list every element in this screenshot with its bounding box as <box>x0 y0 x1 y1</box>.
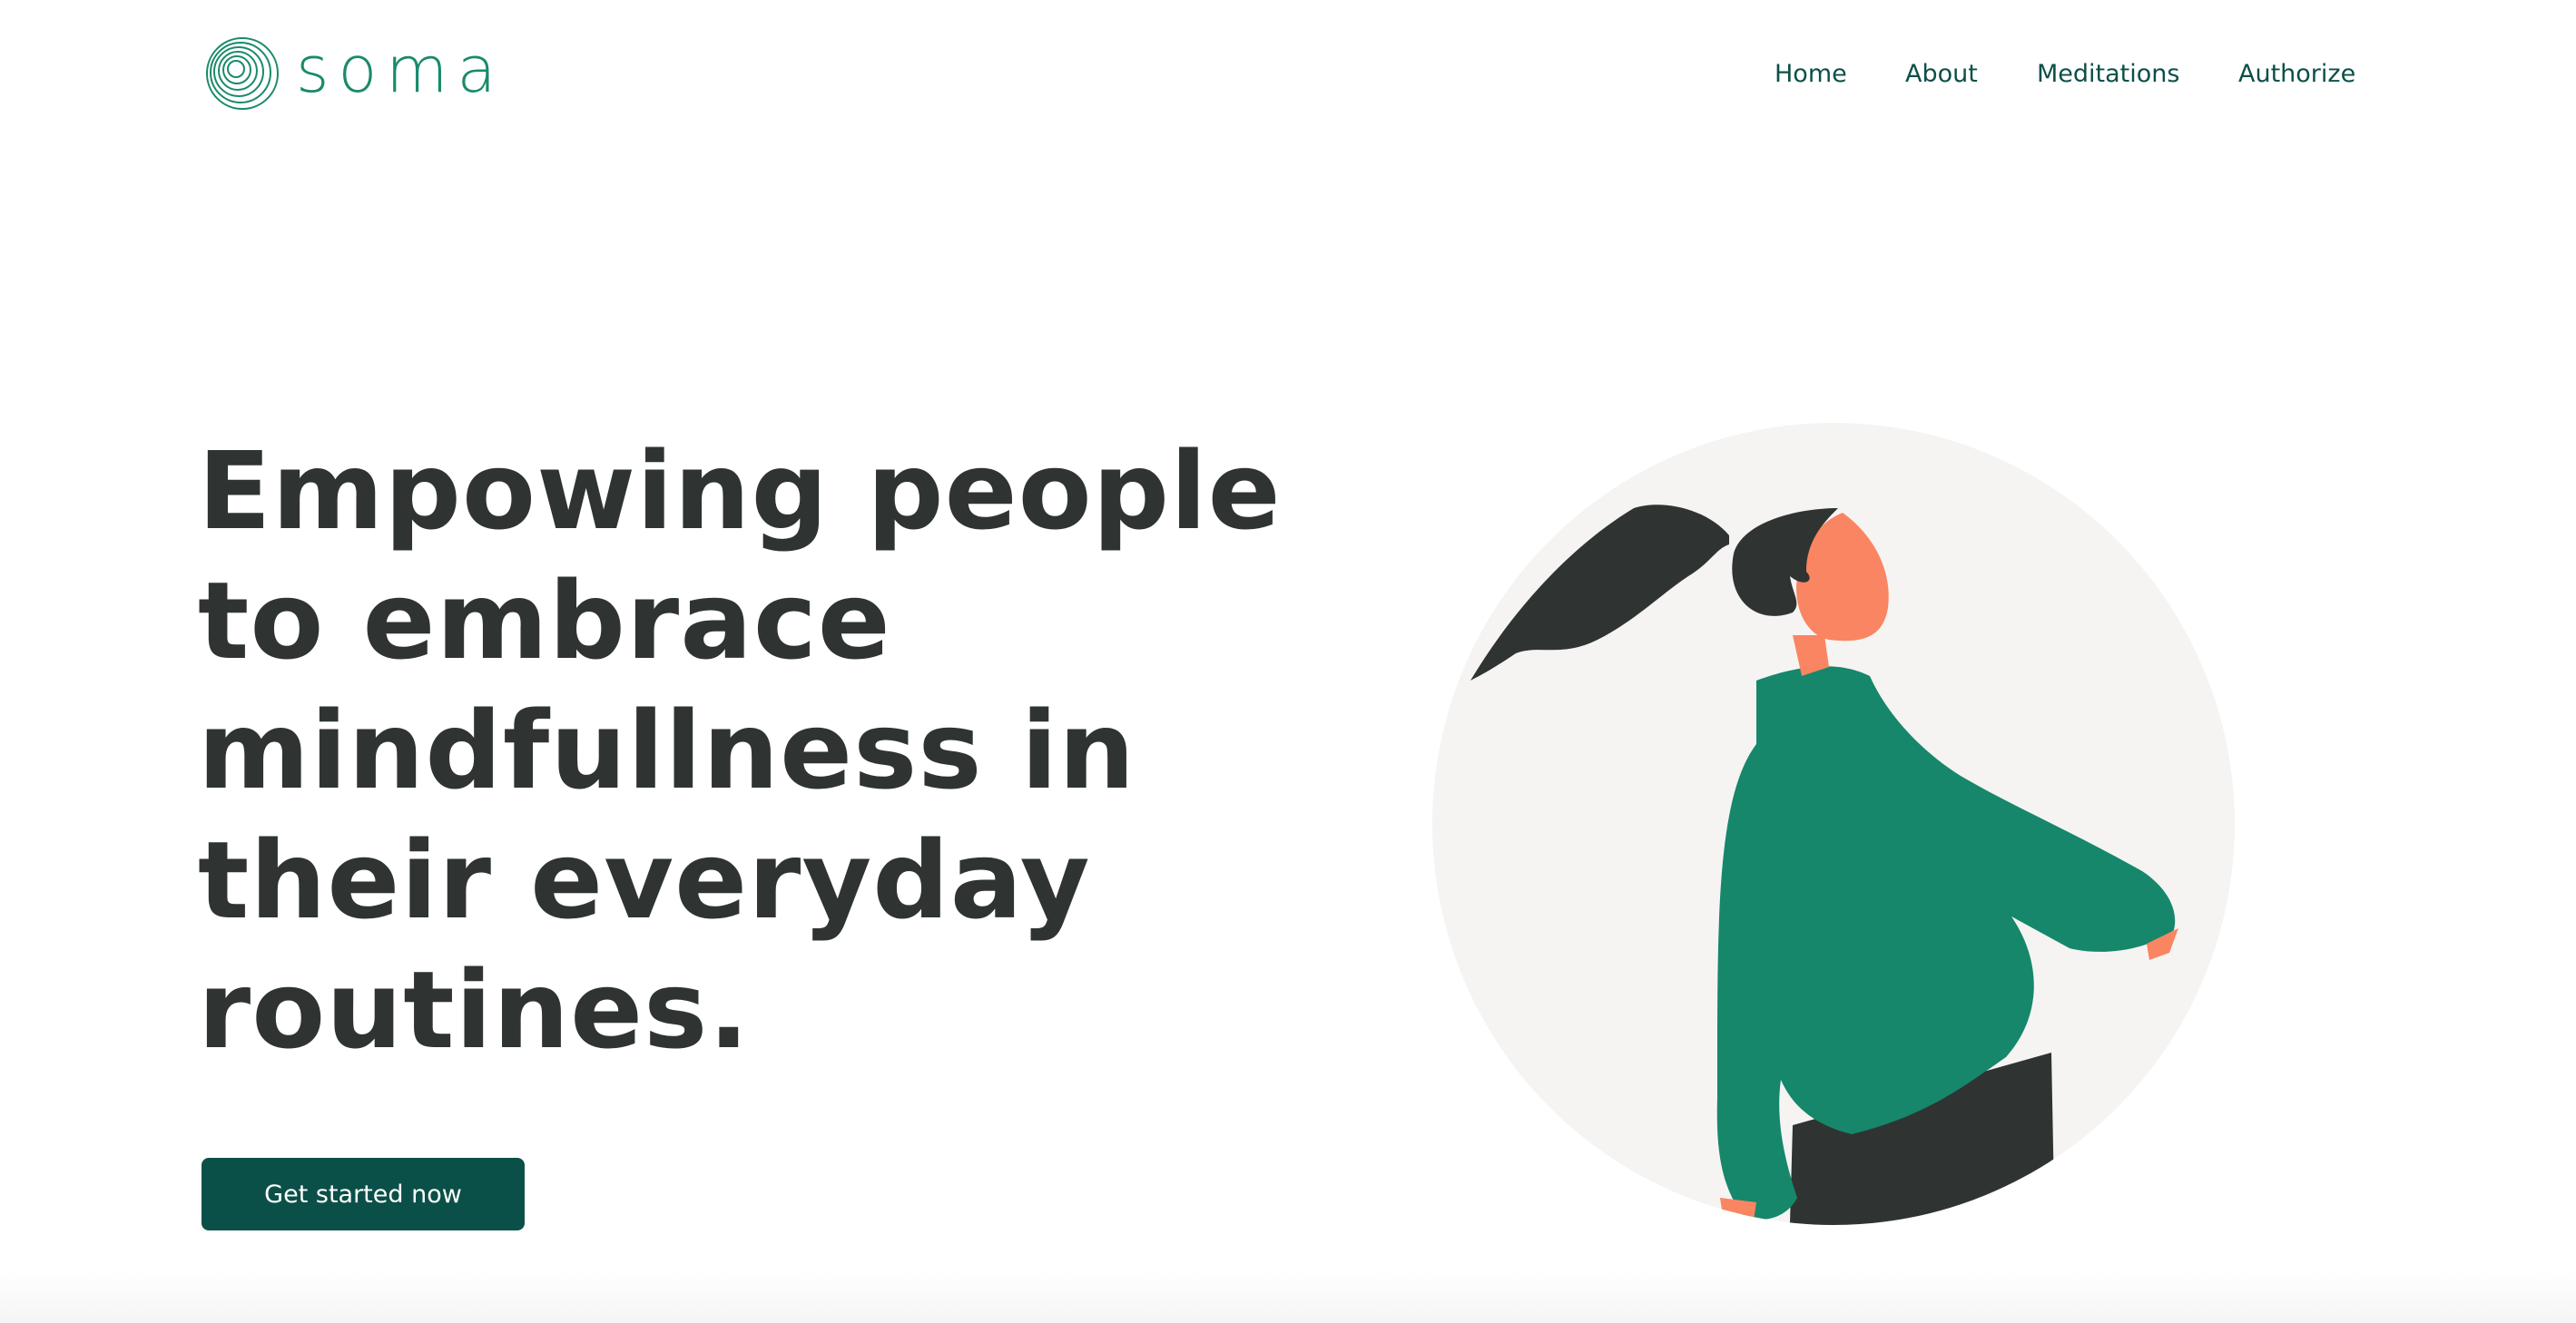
site-header: soma Home About Meditations Authorize <box>0 0 2576 154</box>
nav-authorize[interactable]: Authorize <box>2238 60 2355 88</box>
main-nav: Home About Meditations Authorize <box>0 60 2576 96</box>
bottom-shadow <box>0 1269 2576 1323</box>
get-started-button[interactable]: Get started now <box>202 1158 525 1230</box>
hero-title: Empowing people to embrace mindfullness … <box>198 428 1282 1073</box>
nav-about[interactable]: About <box>1905 60 1978 88</box>
nav-home[interactable]: Home <box>1775 60 1847 88</box>
nav-meditations[interactable]: Meditations <box>2037 60 2179 88</box>
woman-with-ponytail-illustration <box>1432 423 2235 1225</box>
